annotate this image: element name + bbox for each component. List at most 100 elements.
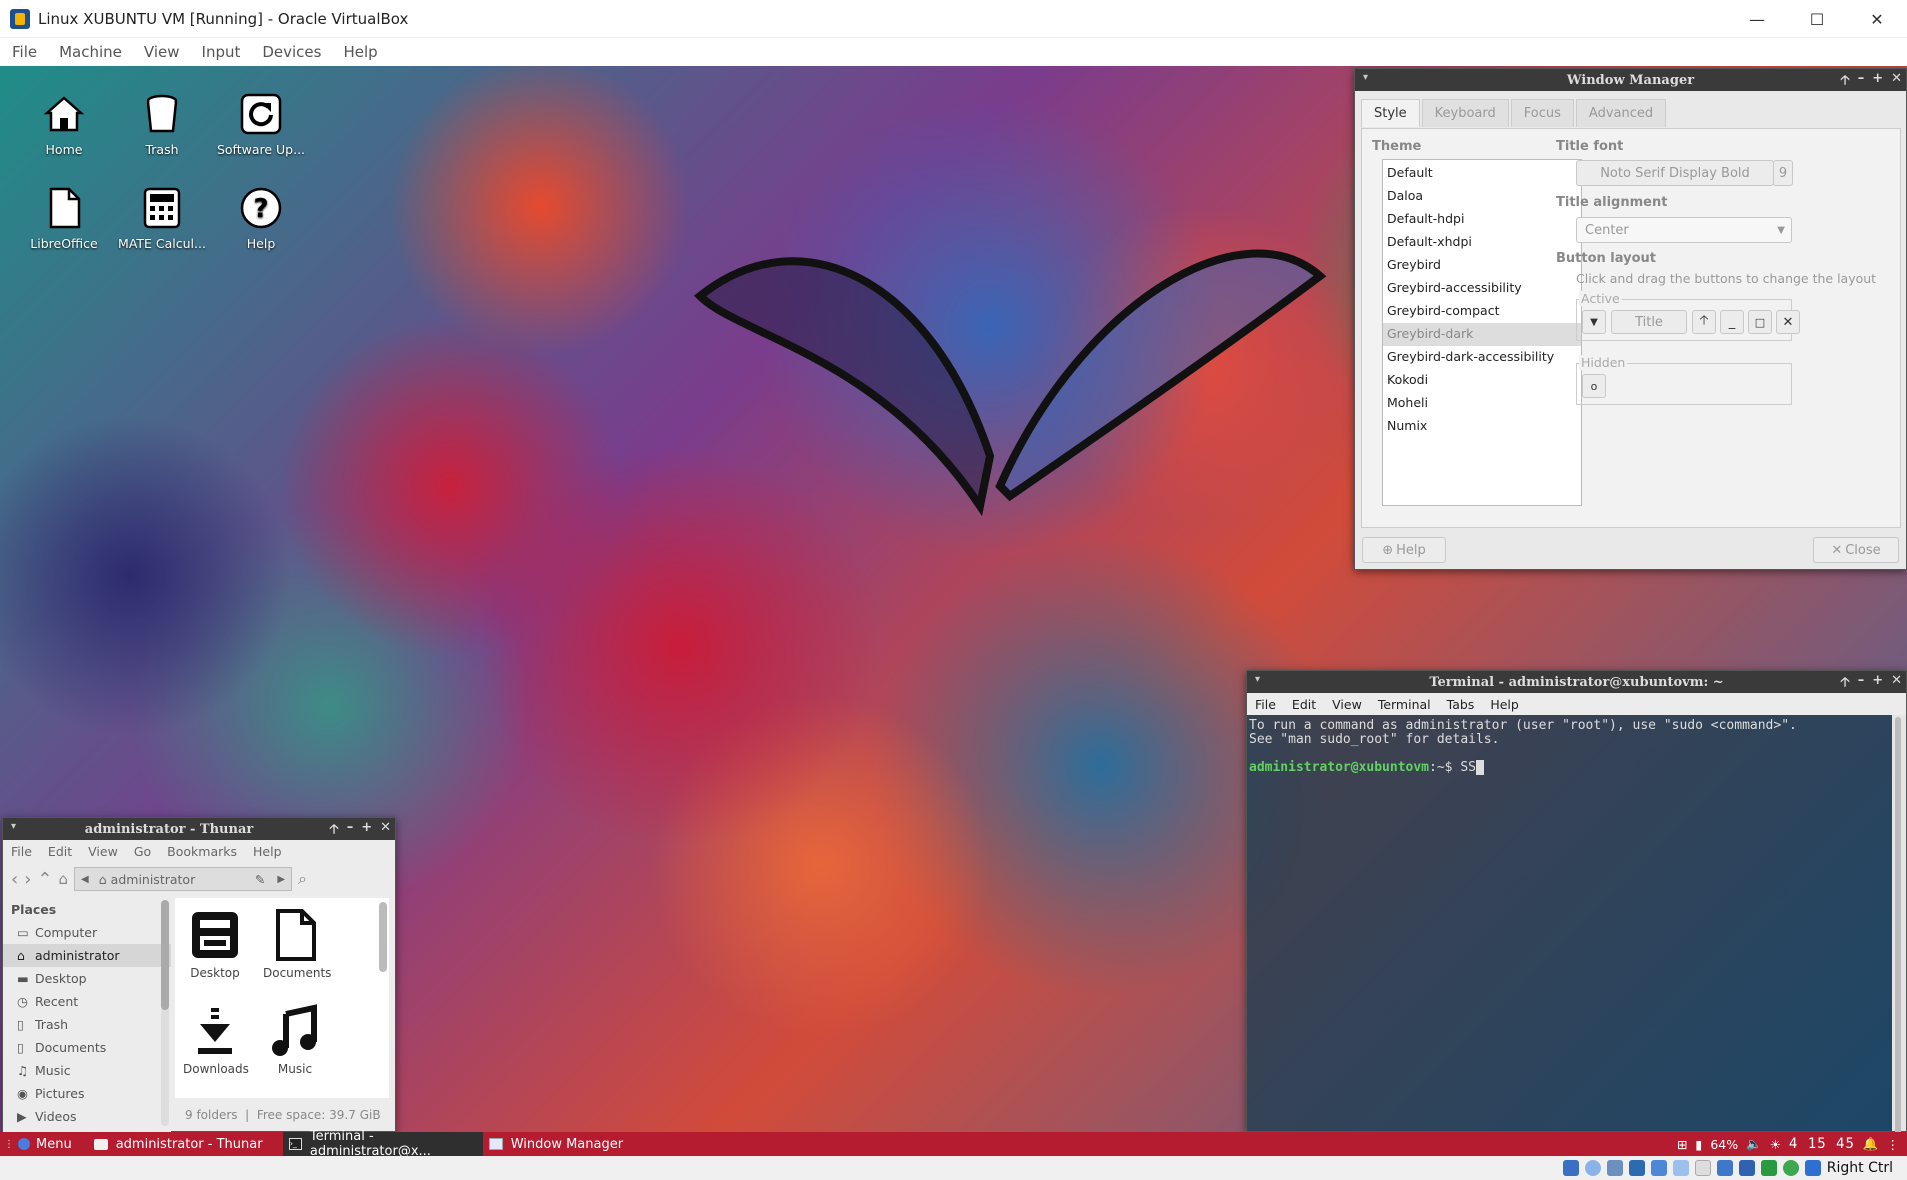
desktop-icon-home[interactable]: Home xyxy=(19,92,109,157)
close-button[interactable]: ✕ xyxy=(1847,0,1907,38)
title-font-button[interactable]: Noto Serif Display Bold xyxy=(1576,160,1774,186)
clock[interactable]: 4 15 45 xyxy=(1789,1136,1855,1152)
host-menu-help[interactable]: Help xyxy=(331,43,387,61)
thunar-menu-help[interactable]: Help xyxy=(245,844,290,859)
theme-list[interactable]: Default Daloa Default-hdpi Default-xhdpi… xyxy=(1382,159,1582,506)
title-font-size[interactable]: 9 xyxy=(1773,160,1793,186)
theme-item-selected[interactable]: Greybird-dark xyxy=(1383,323,1581,346)
menu-button-slot[interactable]: ▼ xyxy=(1582,310,1606,334)
terminal-close-icon[interactable]: ✕ xyxy=(1891,673,1902,695)
thunar-menu-go[interactable]: Go xyxy=(126,844,159,859)
thunar-menu-edit[interactable]: Edit xyxy=(40,844,80,859)
wm-close-icon[interactable]: ✕ xyxy=(1891,71,1902,93)
place-item[interactable]: ▬ Desktop xyxy=(3,967,171,990)
host-menu-view[interactable]: View xyxy=(132,43,190,61)
wm-shade-icon[interactable]: 🡡 xyxy=(1840,71,1849,93)
taskbar-item-window-manager[interactable]: Window Manager xyxy=(483,1132,683,1156)
file-view[interactable]: Desktop Documents Downloads Music xyxy=(175,898,389,1098)
terminal-scrollbar[interactable] xyxy=(1892,715,1906,1132)
window-menu-icon[interactable]: ▾ xyxy=(1255,674,1260,685)
path-left-icon[interactable]: ◀ xyxy=(75,874,95,885)
desktop-icon-libreoffice[interactable]: LibreOffice xyxy=(19,186,109,251)
theme-item[interactable]: Greybird-accessibility xyxy=(1383,277,1581,300)
wm-maximize-icon[interactable]: + xyxy=(1872,71,1883,93)
desktop-icon-trash[interactable]: Trash xyxy=(117,92,207,157)
thunar-menu-bookmarks[interactable]: Bookmarks xyxy=(159,844,245,859)
desktop-icon-calculator[interactable]: MATE Calcul... xyxy=(117,186,207,251)
theme-item[interactable]: Default-hdpi xyxy=(1383,208,1581,231)
wm-minimize-icon[interactable]: – xyxy=(1858,71,1865,93)
edit-path-icon[interactable]: ✎ xyxy=(249,872,271,887)
whisker-menu-button[interactable]: ⋮ Menu xyxy=(0,1132,82,1156)
window-menu-icon[interactable]: ▾ xyxy=(11,821,16,832)
window-menu-icon[interactable]: ▾ xyxy=(1363,72,1368,83)
theme-item[interactable]: Numix xyxy=(1383,415,1581,438)
vm-desktop[interactable]: Home Trash Software Up... LibreOffice MA… xyxy=(0,66,1907,1132)
place-item[interactable]: ▶ Videos xyxy=(3,1105,171,1128)
network-icon[interactable]: ⊞ xyxy=(1677,1137,1687,1152)
terminal-menu-file[interactable]: File xyxy=(1247,697,1284,712)
network-adapter-icon[interactable] xyxy=(1628,1160,1645,1176)
theme-item[interactable]: Default xyxy=(1383,162,1581,185)
title-alignment-select[interactable]: Center ▼ xyxy=(1576,217,1792,243)
place-item-selected[interactable]: ⌂ administrator xyxy=(3,944,171,967)
terminal-menu-view[interactable]: View xyxy=(1324,697,1370,712)
host-menu-file[interactable]: File xyxy=(0,43,47,61)
display-icon[interactable] xyxy=(1694,1160,1711,1176)
maximize-button[interactable]: ☐ xyxy=(1787,0,1847,38)
help-button[interactable]: ⊕ Help xyxy=(1362,537,1446,563)
terminal-output[interactable]: To run a command as administrator (user … xyxy=(1247,715,1892,1131)
brightness-icon[interactable]: ☀ xyxy=(1770,1137,1781,1152)
place-item[interactable]: ♫ Music xyxy=(3,1059,171,1082)
cpu-icon[interactable] xyxy=(1760,1160,1777,1176)
notification-icon[interactable]: 🔔 xyxy=(1863,1136,1879,1152)
file-view-scrollbar[interactable] xyxy=(379,902,387,972)
location-path[interactable]: administrator xyxy=(111,872,249,887)
optical-drive-icon[interactable] xyxy=(1584,1160,1601,1176)
path-right-icon[interactable]: ▶ xyxy=(271,874,291,885)
file-item-downloads[interactable]: Downloads xyxy=(183,1004,249,1076)
terminal-maximize-icon[interactable]: + xyxy=(1872,673,1883,695)
terminal-menu-tabs[interactable]: Tabs xyxy=(1439,697,1483,712)
search-icon[interactable]: ⌕ xyxy=(298,869,307,889)
guest-additions-icon[interactable] xyxy=(1782,1160,1799,1176)
place-item[interactable]: ▯ Documents xyxy=(3,1036,171,1059)
thunar-menu-view[interactable]: View xyxy=(80,844,126,859)
place-item[interactable]: ◉ Pictures xyxy=(3,1082,171,1105)
theme-item[interactable]: Kokodi xyxy=(1383,369,1581,392)
tab-style[interactable]: Style xyxy=(1361,99,1420,127)
hard-disk-icon[interactable] xyxy=(1562,1160,1579,1176)
volume-icon[interactable]: 🔈 xyxy=(1746,1136,1762,1152)
title-slot[interactable]: Title xyxy=(1611,310,1687,334)
usb-icon[interactable] xyxy=(1650,1160,1667,1176)
thunar-titlebar[interactable]: ▾ administrator - Thunar 🡡 – + ✕ xyxy=(3,818,395,840)
mouse-integration-icon[interactable] xyxy=(1804,1160,1821,1176)
theme-item[interactable]: Greybird xyxy=(1383,254,1581,277)
minimize-button[interactable]: — xyxy=(1727,0,1787,38)
file-item-music[interactable]: Music xyxy=(263,1004,327,1076)
thunar-menu-file[interactable]: File xyxy=(3,844,40,859)
up-icon[interactable]: ⌃ xyxy=(37,869,52,890)
thunar-shade-icon[interactable]: 🡡 xyxy=(329,820,338,842)
host-menu-machine[interactable]: Machine xyxy=(47,43,132,61)
place-item[interactable]: ▯ Trash xyxy=(3,1013,171,1036)
forward-icon[interactable]: › xyxy=(24,869,31,890)
terminal-shade-icon[interactable]: 🡡 xyxy=(1840,673,1849,695)
theme-item[interactable]: Default-xhdpi xyxy=(1383,231,1581,254)
place-item[interactable]: ◷ Recent xyxy=(3,990,171,1013)
minimize-button-slot[interactable]: _ xyxy=(1720,310,1744,334)
vm-screen-icon[interactable] xyxy=(1738,1160,1755,1176)
terminal-menu-terminal[interactable]: Terminal xyxy=(1370,697,1439,712)
home-icon[interactable]: ⌂ xyxy=(59,870,69,888)
close-dialog-button[interactable]: ✕ Close xyxy=(1813,537,1899,563)
desktop-icon-software-updater[interactable]: Software Up... xyxy=(216,92,306,157)
stick-button-slot[interactable]: o xyxy=(1582,374,1606,398)
taskbar-item-terminal[interactable]: ›_ Terminal - administrator@x... xyxy=(282,1129,483,1159)
tab-keyboard[interactable]: Keyboard xyxy=(1421,99,1509,127)
terminal-menu-help[interactable]: Help xyxy=(1482,697,1527,712)
thunar-minimize-icon[interactable]: – xyxy=(347,820,354,842)
terminal-minimize-icon[interactable]: – xyxy=(1858,673,1865,695)
battery-icon[interactable]: ▮ xyxy=(1695,1137,1702,1152)
shared-folders-icon[interactable] xyxy=(1672,1160,1689,1176)
theme-item[interactable]: Daloa xyxy=(1383,185,1581,208)
